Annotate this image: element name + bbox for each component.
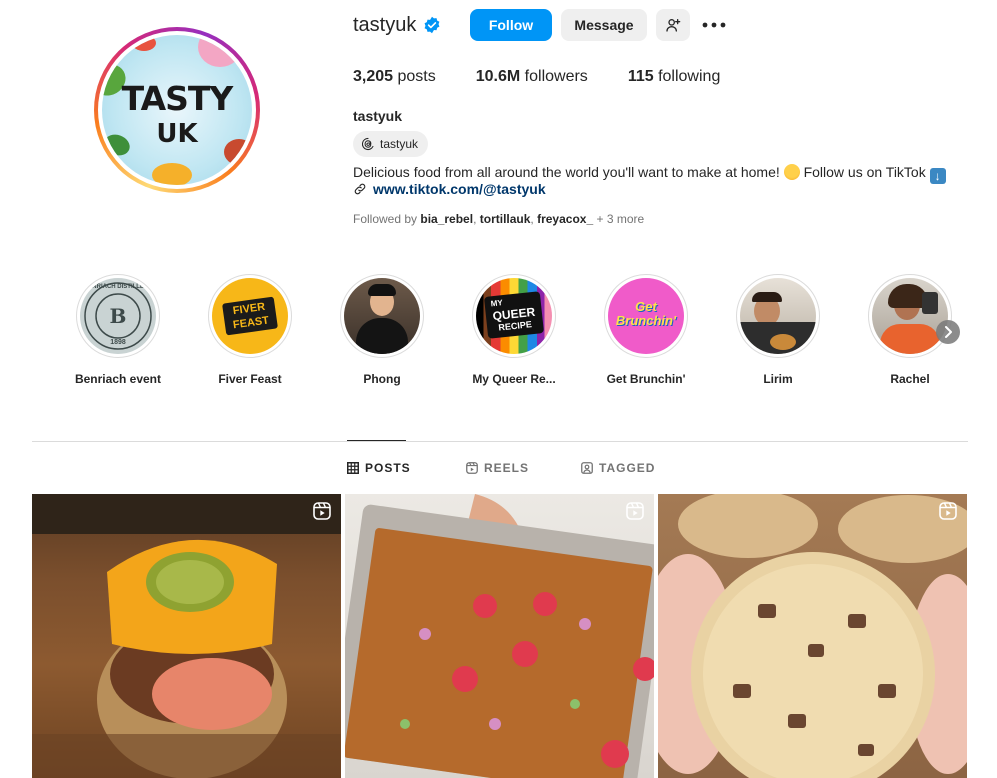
- highlight-label: Fiver Feast: [218, 372, 282, 386]
- post-thumbnail[interactable]: [658, 494, 967, 778]
- svg-text:B: B: [110, 304, 127, 328]
- posts-stat: 3,205 posts: [353, 68, 436, 86]
- follow-button[interactable]: Follow: [470, 9, 552, 41]
- highlight-benriach-event[interactable]: B BENRIACH DISTILLERY 1898 Benriach even…: [68, 274, 168, 386]
- more-options-button[interactable]: [700, 9, 728, 41]
- followed-by-user[interactable]: tortillauk: [480, 212, 531, 226]
- tab-tagged[interactable]: TAGGED: [581, 461, 655, 475]
- person-hair: [752, 292, 782, 302]
- person-shirt: [880, 324, 940, 354]
- person-hair: [368, 284, 396, 296]
- highlight-cover: FIVER FEAST: [212, 278, 288, 354]
- avatar-logo-text-tasty: TASTY: [121, 79, 234, 118]
- fiver-feast-badge: FIVER FEAST: [222, 296, 278, 336]
- profile-username: tastyuk: [353, 13, 417, 36]
- link-icon: [354, 183, 366, 195]
- active-tab-indicator: [347, 440, 406, 441]
- threads-badge[interactable]: tastyuk: [353, 131, 429, 157]
- highlight-cover: [740, 278, 816, 354]
- burger-shape: [770, 334, 796, 350]
- brunchin-badge-line2: Brunchin': [615, 313, 677, 328]
- highlight-seal-text: BENRIACH DISTILLERY: [83, 284, 153, 290]
- highlight-get-brunchin[interactable]: Get Brunchin' Get Brunchin': [596, 274, 696, 386]
- highlight-lirim[interactable]: Lirim: [728, 274, 828, 386]
- followers-label: followers: [524, 68, 588, 85]
- followed-by-prefix: Followed by: [353, 212, 418, 226]
- reels-icon: [626, 502, 644, 520]
- brunchin-badge-line1: Get: [635, 299, 657, 314]
- tab-label: POSTS: [365, 461, 411, 475]
- reels-icon: [313, 502, 331, 520]
- profile-avatar: TASTY UK: [102, 35, 252, 185]
- bio-follow-text: Follow us on TikTok: [803, 164, 926, 180]
- following-count: 115: [627, 68, 654, 85]
- highlight-cover: MY QUEER RECIPE: [476, 278, 552, 354]
- down-arrow-emoji-icon: ↓: [929, 168, 946, 184]
- highlight-fiver-feast[interactable]: FIVER FEAST Fiver Feast: [200, 274, 300, 386]
- reels-icon: [939, 502, 957, 520]
- highlight-label: Get Brunchin': [606, 372, 686, 386]
- avatar-lemon-decoration: [152, 163, 192, 185]
- followed-by-more: + 3 more: [596, 212, 645, 226]
- highlight-phong[interactable]: Phong: [332, 274, 432, 386]
- queer-recipe-badge: MY QUEER RECIPE: [483, 291, 545, 339]
- followers-stat[interactable]: 10.6M followers: [476, 68, 588, 86]
- highlight-seal-year: 1898: [110, 339, 126, 346]
- profile-external-link[interactable]: www.tiktok.com/@tastyuk: [373, 181, 546, 197]
- add-person-icon: [666, 19, 681, 32]
- posts-count: 3,205: [353, 68, 394, 85]
- more-dots-icon: [702, 22, 726, 28]
- followed-by-user[interactable]: freyacox_: [537, 212, 593, 226]
- tab-posts[interactable]: POSTS: [347, 461, 411, 475]
- profile-full-name: tastyuk: [353, 108, 403, 124]
- username-row: tastyuk: [353, 9, 441, 41]
- post-thumbnail[interactable]: [32, 494, 341, 778]
- bio-text: Delicious food from all around the world…: [353, 164, 780, 180]
- profile-avatar-ring[interactable]: TASTY UK: [94, 27, 260, 193]
- avatar-logo-text-uk: UK: [156, 119, 198, 149]
- highlight-label: Benriach event: [74, 372, 162, 386]
- highlight-my-queer-recipe[interactable]: MY QUEER RECIPE My Queer Re...: [464, 274, 564, 386]
- message-button[interactable]: Message: [561, 9, 647, 41]
- reels-icon: [466, 462, 478, 474]
- camera-shape: [922, 292, 938, 314]
- highlight-cover: Get Brunchin': [608, 278, 684, 354]
- tab-label: TAGGED: [599, 461, 656, 475]
- highlight-label: My Queer Re...: [472, 372, 556, 386]
- person-shirt: [356, 318, 408, 354]
- tab-reels[interactable]: REELS: [466, 461, 529, 475]
- post-thumbnail[interactable]: [345, 494, 654, 778]
- avatar-tomato-decoration: [132, 35, 156, 51]
- suggested-accounts-button[interactable]: [656, 9, 690, 41]
- followers-count: 10.6M: [475, 68, 521, 85]
- highlight-label: Rachel: [890, 372, 930, 386]
- threads-handle: tastyuk: [380, 137, 419, 151]
- tab-label: REELS: [484, 461, 530, 475]
- profile-link-row: www.tiktok.com/@tastyuk: [353, 181, 546, 197]
- burger-potato-illustration: [32, 494, 341, 778]
- following-label: following: [658, 68, 721, 85]
- croissant-bake-illustration: [345, 494, 654, 778]
- profile-stats: 3,205 posts 10.6M followers 115 followin…: [353, 68, 760, 86]
- highlights-next-button[interactable]: [936, 320, 960, 344]
- highlight-cover: [344, 278, 420, 354]
- highlight-label: Phong: [363, 372, 401, 386]
- followed-by-user[interactable]: bia_rebel: [420, 212, 473, 226]
- posts-label: posts: [397, 68, 436, 85]
- followed-by[interactable]: Followed by bia_rebel, tortillauk, freya…: [353, 212, 644, 226]
- threads-icon: [361, 137, 374, 151]
- highlight-cover: B BENRIACH DISTILLERY 1898: [80, 278, 156, 354]
- tagged-icon: [581, 462, 593, 474]
- heart-eyes-emoji-icon: [783, 164, 800, 180]
- following-stat[interactable]: 115 following: [628, 68, 721, 86]
- grid-icon: [347, 462, 359, 474]
- highlight-label: Lirim: [763, 372, 793, 386]
- chevron-right-icon: [945, 326, 952, 338]
- highlight-cover: [872, 278, 948, 354]
- avatar-donut-decoration: [198, 35, 242, 67]
- cookie-illustration: [658, 494, 967, 778]
- verified-badge-icon: [424, 16, 440, 34]
- profile-divider: [32, 441, 968, 442]
